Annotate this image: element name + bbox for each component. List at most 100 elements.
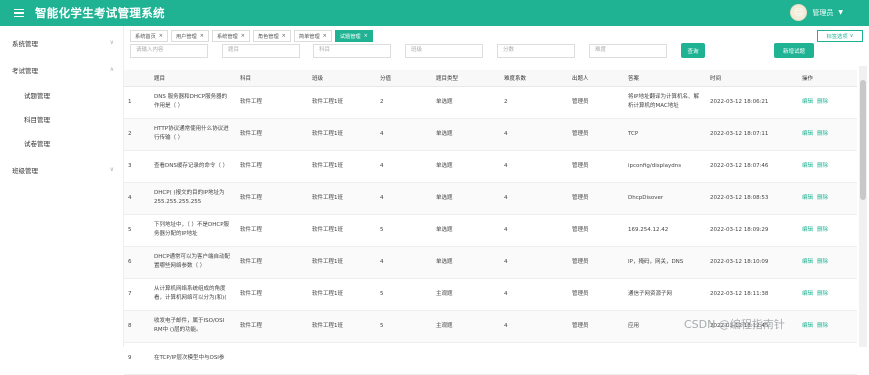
tab-roles[interactable]: 角色管理 × xyxy=(252,30,291,42)
delete-button[interactable]: 删除 xyxy=(817,323,828,329)
tab-simple[interactable]: 简单管理 × xyxy=(293,30,332,42)
vertical-scrollbar[interactable] xyxy=(859,66,867,347)
search-input[interactable]: 请输入内容 xyxy=(130,44,208,58)
edit-button[interactable]: 编辑 xyxy=(802,291,813,297)
row-actions: 编辑 删除 xyxy=(798,118,857,151)
table-cell: ipconfig/displaydns xyxy=(624,150,706,183)
table-cell: 软件工程1班 xyxy=(308,278,376,311)
chevron-down-icon: ∨ xyxy=(109,166,114,173)
table-cell: DNS 服务器和DHCP服务器的作用是（ ） xyxy=(150,86,236,119)
table-cell: 管理员 xyxy=(568,182,624,215)
close-icon[interactable]: × xyxy=(364,33,368,39)
delete-button[interactable]: 删除 xyxy=(817,195,828,201)
column-header: 出题人 xyxy=(568,70,624,87)
close-icon[interactable]: × xyxy=(159,33,163,39)
edit-button[interactable]: 编辑 xyxy=(802,99,813,105)
column-header: 科目 xyxy=(236,70,308,87)
subject-filter-input[interactable]: 科目 xyxy=(313,44,391,58)
column-header: 难度系数 xyxy=(500,70,568,87)
add-question-button[interactable]: 新增试题 xyxy=(774,43,814,58)
table-cell: 软件工程1班 xyxy=(308,310,376,343)
row-actions: 编辑 删除 xyxy=(798,150,857,183)
title-filter-input[interactable]: 题目 xyxy=(222,44,300,58)
sidebar-item-classes[interactable]: 班级管理 ∨ xyxy=(0,158,124,182)
table-cell: 169.254.12.42 xyxy=(624,214,706,247)
table-row: 3 查看DNS缓存记录的命令（ ）软件工程 软件工程1班 4 单选题 4 管理员 ipconf… xyxy=(124,150,857,183)
sidebar-item-papers[interactable]: 试卷管理 xyxy=(0,131,124,155)
table-cell: 软件工程 xyxy=(236,246,308,279)
table-cell: 软件工程1班 xyxy=(308,214,376,247)
delete-button[interactable]: 删除 xyxy=(817,259,828,265)
table-cell: 2022-03-12 18:07:11 xyxy=(706,118,798,151)
score-filter-input[interactable]: 分数 xyxy=(497,44,575,58)
table-cell: 8 xyxy=(124,310,150,343)
column-header: 答案 xyxy=(624,70,706,87)
avatar: ☺ xyxy=(790,4,808,21)
delete-button[interactable]: 删除 xyxy=(817,227,828,233)
edit-button[interactable]: 编辑 xyxy=(802,163,813,169)
tab-bar: 系统首页 × 用户管理 × 系统管理 × 角色管理 × 简单管理 × 试题管理 × xyxy=(130,30,373,42)
sidebar-item-label: 班级管理 xyxy=(12,167,38,175)
query-button[interactable]: 查询 xyxy=(681,43,705,58)
user-menu[interactable]: ☺ 管理员 ▼ xyxy=(790,4,843,21)
tab-questions[interactable]: 试题管理 × xyxy=(334,30,373,42)
table-row: 1 DNS 服务器和DHCP服务器的作用是（ ）软件工程 软件工程1班 2 单选题 2 管理… xyxy=(124,86,857,119)
tab-options-button[interactable]: 标签选项 ∨ xyxy=(817,30,863,42)
class-filter-input[interactable]: 班级 xyxy=(405,44,483,58)
close-icon[interactable]: × xyxy=(241,33,245,39)
edit-button[interactable]: 编辑 xyxy=(802,259,813,265)
difficulty-filter-input[interactable]: 难度 xyxy=(589,44,667,58)
table-cell: 软件工程1班 xyxy=(308,118,376,151)
table-cell: 5 xyxy=(376,214,432,247)
close-icon[interactable]: × xyxy=(282,33,286,39)
tab-users[interactable]: 用户管理 × xyxy=(170,30,209,42)
table-cell: 4 xyxy=(376,118,432,151)
table-cell: 4 xyxy=(500,214,568,247)
table-cell: 软件工程1班 xyxy=(308,150,376,183)
row-actions: 编辑 删除 xyxy=(798,278,857,311)
scrollbar-thumb[interactable] xyxy=(860,80,866,200)
table-cell: 主观题 xyxy=(432,278,500,311)
sidebar-item-subjects[interactable]: 科目管理 xyxy=(0,107,124,131)
table-cell: 5 xyxy=(376,278,432,311)
table-cell: 软件工程1班 xyxy=(308,86,376,119)
close-icon[interactable]: × xyxy=(323,33,327,39)
sidebar: 系统管理 ∨ 考试管理 ∧ 试题管理 科目管理 试卷管理 班级管理 ∨ xyxy=(0,26,124,347)
chevron-down-icon: ∨ xyxy=(849,33,854,39)
table-cell: 6 xyxy=(124,246,150,279)
edit-button[interactable]: 编辑 xyxy=(802,131,813,137)
delete-button[interactable]: 删除 xyxy=(817,131,828,137)
row-actions: 编辑 删除 xyxy=(798,246,857,279)
table-cell: 单选题 xyxy=(432,150,500,183)
sidebar-item-label: 试卷管理 xyxy=(24,140,50,148)
delete-button[interactable]: 删除 xyxy=(817,291,828,297)
table-cell: 2022-03-12 18:06:21 xyxy=(706,86,798,119)
watermark: CSDN @编程指南针 xyxy=(684,318,785,331)
edit-button[interactable]: 编辑 xyxy=(802,195,813,201)
close-icon[interactable]: × xyxy=(200,33,204,39)
table-cell: 主观题 xyxy=(432,310,500,343)
table-cell: 软件工程 xyxy=(236,310,308,343)
table-cell: TCP xyxy=(624,118,706,151)
table-cell: 查看DNS缓存记录的命令（ ） xyxy=(150,150,236,183)
row-actions: 编辑 删除 xyxy=(798,310,857,343)
table-row: 2 HTTP协议通常使用什么协议进行传输（ ）软件工程 软件工程1班 4 单选题 4 管理员… xyxy=(124,118,857,151)
tab-system[interactable]: 系统管理 × xyxy=(211,30,250,42)
column-header: 班级 xyxy=(308,70,376,87)
table-cell: DhcpDisover xyxy=(624,182,706,215)
tab-label: 系统首页 xyxy=(135,33,156,40)
column-header: 时间 xyxy=(706,70,798,87)
edit-button[interactable]: 编辑 xyxy=(802,323,813,329)
tab-home[interactable]: 系统首页 × xyxy=(130,30,168,42)
sidebar-item-exam[interactable]: 考试管理 ∧ xyxy=(0,58,124,82)
table-cell: 4 xyxy=(376,150,432,183)
table-cell: 2 xyxy=(500,86,568,119)
table-cell: 通信子网资源子网 xyxy=(624,278,706,311)
sidebar-item-system[interactable]: 系统管理 ∨ xyxy=(0,31,124,55)
delete-button[interactable]: 删除 xyxy=(817,163,828,169)
column-header xyxy=(124,70,150,87)
edit-button[interactable]: 编辑 xyxy=(802,227,813,233)
sidebar-item-questions[interactable]: 试题管理 xyxy=(0,83,124,107)
menu-toggle-icon[interactable] xyxy=(14,8,24,18)
delete-button[interactable]: 删除 xyxy=(817,99,828,105)
